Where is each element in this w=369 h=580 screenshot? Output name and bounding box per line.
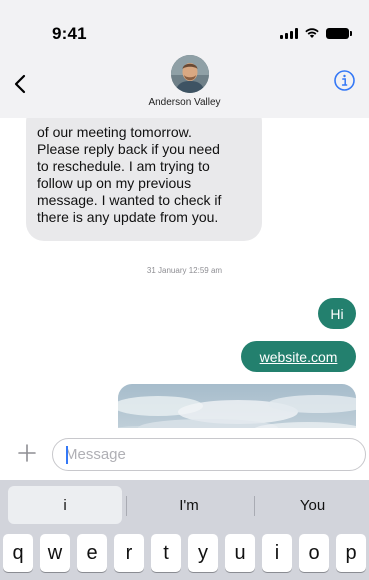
chevron-left-icon <box>14 74 26 94</box>
key-p[interactable]: p <box>336 534 366 572</box>
suggestion-2[interactable]: I'm <box>128 486 250 524</box>
key-t[interactable]: t <box>151 534 181 572</box>
message-text: Hi <box>330 305 344 322</box>
message-composer <box>0 430 369 480</box>
suggestion-divider <box>126 496 127 516</box>
message-line: of our meeting tomorrow. <box>37 124 192 140</box>
key-i[interactable]: i <box>262 534 292 572</box>
status-bar: 9:41 <box>0 0 369 60</box>
conversation-header: Anderson Valley <box>0 55 369 118</box>
message-line: follow up on my previous <box>37 175 192 191</box>
avatar[interactable] <box>171 55 209 93</box>
contact-name[interactable]: Anderson Valley <box>0 97 369 108</box>
suggestion-3[interactable]: You <box>256 486 369 524</box>
incoming-message-bubble[interactable]: of our meeting tomorrow. Please reply ba… <box>26 118 262 241</box>
link-text[interactable]: website.com <box>260 349 338 365</box>
outgoing-message-bubble[interactable]: Hi <box>318 298 356 329</box>
predictive-text-bar: i I'm You <box>0 480 369 524</box>
sky-photo <box>118 384 356 428</box>
status-icons <box>280 27 352 39</box>
suggestion-1[interactable]: i <box>8 486 122 524</box>
message-line: message. I wanted to check if <box>37 192 222 208</box>
keyboard: i I'm You q w e r t y u i o p <box>0 480 369 580</box>
avatar-photo <box>171 55 209 93</box>
text-caret <box>66 446 68 464</box>
message-timestamp: 31 January 12:59 am <box>146 266 223 275</box>
info-circle-icon <box>334 70 355 91</box>
key-e[interactable]: e <box>77 534 107 572</box>
key-u[interactable]: u <box>225 534 255 572</box>
cellular-signal-icon <box>280 27 298 39</box>
key-q[interactable]: q <box>3 534 33 572</box>
info-button[interactable] <box>333 69 356 92</box>
plus-icon <box>18 444 36 462</box>
wifi-icon <box>305 28 319 38</box>
key-y[interactable]: y <box>188 534 218 572</box>
key-o[interactable]: o <box>299 534 329 572</box>
battery-icon <box>326 27 352 39</box>
key-r[interactable]: r <box>114 534 144 572</box>
message-line: Please reply back if you need <box>37 141 220 157</box>
suggestion-divider <box>254 496 255 516</box>
keyboard-top-row: q w e r t y u i o p <box>3 534 369 580</box>
add-attachment-button[interactable] <box>17 443 37 463</box>
outgoing-link-bubble[interactable]: website.com <box>241 341 356 372</box>
message-line: to reschedule. I am trying to <box>37 158 210 174</box>
status-time: 9:41 <box>52 24 87 43</box>
back-button[interactable] <box>8 68 32 100</box>
message-line: there is any update from you. <box>37 209 219 225</box>
message-input-container[interactable] <box>52 438 366 471</box>
image-message-bubble[interactable] <box>118 384 356 428</box>
key-w[interactable]: w <box>40 534 70 572</box>
message-input[interactable] <box>65 439 355 470</box>
message-thread[interactable]: of our meeting tomorrow. Please reply ba… <box>0 118 369 428</box>
